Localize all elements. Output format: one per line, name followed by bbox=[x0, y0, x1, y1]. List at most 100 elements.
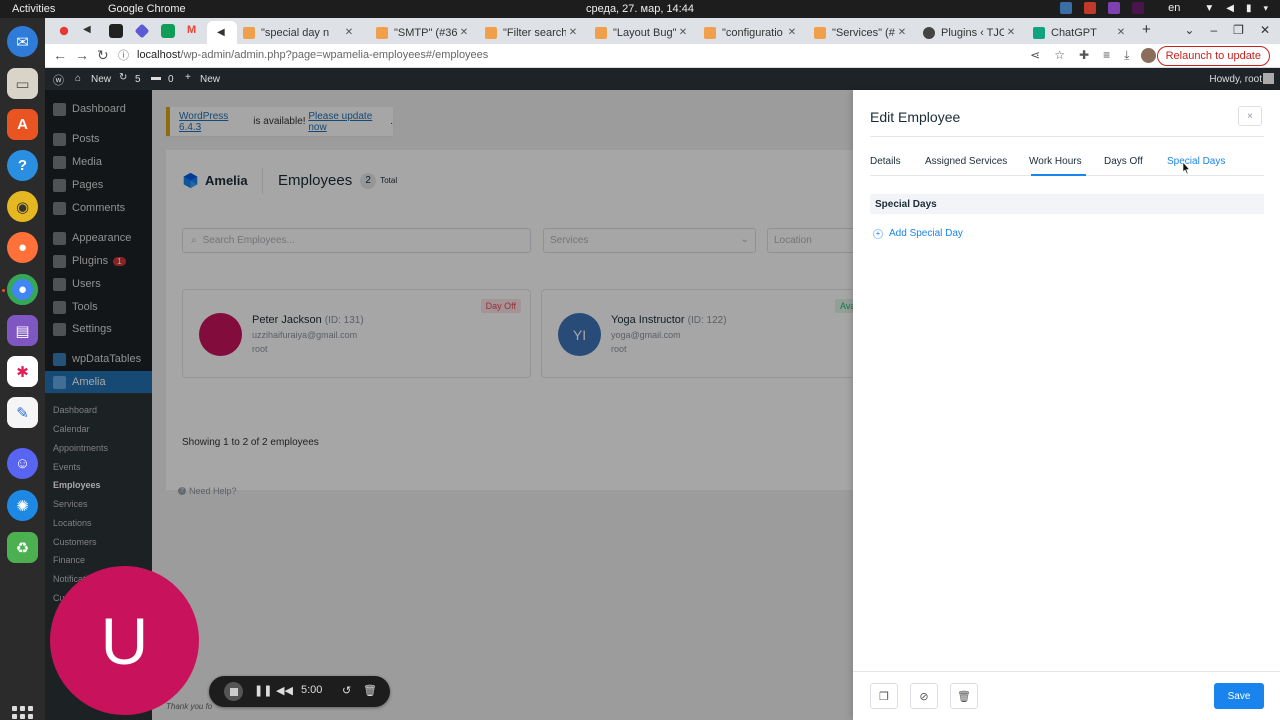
browser-toolbar: ← → ↻ ⓘ localhost/wp-admin/admin.php?pag… bbox=[45, 44, 1280, 68]
tab-search-icon[interactable]: ⌄ bbox=[1184, 23, 1194, 37]
app-icon-swirl[interactable]: ✺ bbox=[7, 490, 38, 521]
pause-icon[interactable]: ❚❚ bbox=[254, 684, 272, 697]
close-tab-icon[interactable]: ✕ bbox=[457, 27, 471, 38]
comments-count[interactable]: 0 bbox=[168, 74, 174, 85]
back-icon[interactable]: ← bbox=[53, 47, 67, 63]
close-tab-icon[interactable]: ✕ bbox=[1004, 27, 1018, 38]
discord-icon[interactable]: ☺ bbox=[7, 448, 38, 479]
discard-icon[interactable]: 🗑 bbox=[363, 684, 377, 697]
screen-record-icon[interactable] bbox=[1084, 2, 1097, 14]
updates-icon[interactable]: ↻ bbox=[119, 72, 127, 83]
close-tab-icon[interactable]: ✕ bbox=[342, 27, 356, 38]
back-arrow-icon: ◀ bbox=[217, 27, 225, 38]
profile-avatar[interactable] bbox=[1141, 48, 1156, 63]
tab-days-off[interactable]: Days Off bbox=[1104, 156, 1143, 167]
close-tab-icon[interactable]: ✕ bbox=[895, 27, 909, 38]
files-icon[interactable]: ▭ bbox=[7, 68, 38, 99]
tab-favicon bbox=[1033, 26, 1045, 39]
pinned-tab-app-icon[interactable] bbox=[109, 24, 123, 38]
plus-icon: + bbox=[873, 228, 883, 239]
rhythmbox-icon[interactable]: ◉ bbox=[7, 191, 38, 222]
tab-special-days[interactable]: Special Days bbox=[1167, 156, 1225, 167]
thunderbird-icon[interactable]: ✉ bbox=[7, 26, 38, 57]
tab-details[interactable]: Details bbox=[870, 156, 901, 167]
system-menu-icon[interactable]: ▾ bbox=[1263, 3, 1268, 14]
show-apps-icon[interactable] bbox=[12, 706, 34, 720]
extensions-icon[interactable]: ✚ bbox=[1079, 48, 1089, 63]
user-avatar[interactable] bbox=[1263, 73, 1274, 84]
pinned-tab-back-icon[interactable]: ◀ bbox=[83, 24, 97, 38]
forward-icon[interactable]: → bbox=[75, 47, 89, 63]
pinned-tab-gmail-icon[interactable]: M bbox=[187, 24, 201, 38]
wifi-icon[interactable]: ▼ bbox=[1204, 3, 1214, 14]
maximize-icon[interactable]: ❐ bbox=[1233, 23, 1244, 37]
minimize-icon[interactable]: – bbox=[1210, 23, 1217, 37]
browser-tab[interactable]: Plugins ‹ TJOA ✕ bbox=[917, 21, 1022, 44]
add-special-day-button[interactable]: + Add Special Day bbox=[873, 228, 963, 239]
browser-tab[interactable]: "Filter search" ✕ bbox=[479, 21, 584, 44]
tab-assigned-services[interactable]: Assigned Services bbox=[925, 156, 1007, 167]
download-icon[interactable]: ⤓ bbox=[1124, 48, 1129, 63]
running-indicator bbox=[2, 289, 5, 292]
share-icon[interactable]: ⋖ bbox=[1030, 48, 1040, 63]
reading-list-icon[interactable]: ≡ bbox=[1103, 48, 1110, 63]
comments-icon[interactable]: ▬ bbox=[151, 72, 161, 83]
reload-icon[interactable]: ↻ bbox=[97, 47, 109, 64]
new-content-link[interactable]: New bbox=[200, 74, 220, 85]
hide-button[interactable]: ⊘ bbox=[910, 683, 938, 709]
volume-icon[interactable]: ◀ bbox=[1226, 3, 1234, 14]
tab-favicon bbox=[595, 26, 607, 39]
special-days-section-header: Special Days bbox=[870, 194, 1264, 214]
chrome-icon[interactable]: ● bbox=[7, 274, 38, 305]
pinned-tab-recorder-icon[interactable] bbox=[59, 26, 69, 36]
keyboard-layout[interactable]: en bbox=[1168, 2, 1180, 14]
wordpress-logo-icon[interactable]: ⓦ bbox=[53, 72, 64, 88]
pinned-tab-sheets-icon[interactable] bbox=[161, 24, 175, 38]
app-icon-purple[interactable]: ▤ bbox=[7, 315, 38, 346]
relaunch-to-update-button[interactable]: Relaunch to update bbox=[1156, 46, 1270, 66]
site-info-icon[interactable]: ⓘ bbox=[118, 47, 129, 63]
bookmark-star-icon[interactable]: ☆ bbox=[1054, 48, 1065, 63]
ubuntu-dock: ✉ ▭ A ? ◉ ● ● ▤ ✱ ✎ ☺ ✺ ♻ bbox=[0, 18, 45, 720]
app-center-icon[interactable]: A bbox=[7, 109, 38, 140]
close-window-icon[interactable]: ✕ bbox=[1260, 23, 1270, 37]
text-editor-icon[interactable]: ✎ bbox=[7, 397, 38, 428]
browser-tab[interactable]: "configuratio ✕ bbox=[698, 21, 803, 44]
browser-tab[interactable]: ChatGPT ✕ bbox=[1027, 21, 1132, 44]
close-tab-icon[interactable]: ✕ bbox=[785, 27, 799, 38]
save-button[interactable]: Save bbox=[1214, 683, 1264, 709]
firefox-icon[interactable]: ● bbox=[7, 232, 38, 263]
tab-current[interactable]: ◀ bbox=[207, 21, 237, 44]
browser-tab[interactable]: "Services" (#3 ✕ bbox=[808, 21, 913, 44]
eye-off-icon: ⊘ bbox=[919, 690, 929, 703]
browser-tab[interactable]: "special day n ✕ bbox=[237, 21, 360, 44]
slack-tray-icon[interactable] bbox=[1132, 2, 1145, 14]
browser-tab[interactable]: "SMTP" (#360 ✕ bbox=[370, 21, 475, 44]
home-icon[interactable]: ⌂ bbox=[75, 73, 81, 84]
extension-icon[interactable] bbox=[1060, 2, 1073, 14]
system-top-bar: Activities Google Chrome среда, 27. мар,… bbox=[0, 0, 1280, 18]
close-button[interactable]: × bbox=[1238, 106, 1262, 126]
rewind-icon[interactable]: ◀◀ bbox=[276, 684, 293, 697]
new-tab-button[interactable]: + bbox=[1142, 21, 1151, 38]
browser-tab-strip: ◀ M ◀ "special day n ✕ "SMTP" (#360 ✕ "F… bbox=[45, 18, 1280, 44]
updates-count[interactable]: 5 bbox=[135, 74, 141, 85]
tab-work-hours[interactable]: Work Hours bbox=[1029, 156, 1082, 167]
close-tab-icon[interactable]: ✕ bbox=[1114, 27, 1128, 38]
close-tab-icon[interactable]: ✕ bbox=[566, 27, 580, 38]
site-name-link[interactable]: New bbox=[91, 74, 111, 85]
pinned-tab-blue-icon[interactable] bbox=[134, 23, 150, 39]
stop-recording-button[interactable] bbox=[224, 682, 243, 701]
battery-icon[interactable]: ▮ bbox=[1246, 3, 1252, 14]
close-tab-icon[interactable]: ✕ bbox=[676, 27, 690, 38]
delete-button[interactable]: 🗑 bbox=[950, 683, 978, 709]
trash-icon[interactable]: ♻ bbox=[7, 532, 38, 563]
browser-tab[interactable]: "Layout Bug" ✕ bbox=[589, 21, 694, 44]
howdy-user[interactable]: Howdy, root bbox=[1209, 74, 1262, 85]
app-indicator-icon[interactable] bbox=[1108, 2, 1121, 14]
restart-icon[interactable]: ↺ bbox=[342, 684, 351, 697]
help-icon[interactable]: ? bbox=[7, 150, 38, 181]
slack-icon[interactable]: ✱ bbox=[7, 356, 38, 387]
new-content-icon[interactable]: + bbox=[185, 72, 191, 83]
duplicate-button[interactable]: ❐ bbox=[870, 683, 898, 709]
